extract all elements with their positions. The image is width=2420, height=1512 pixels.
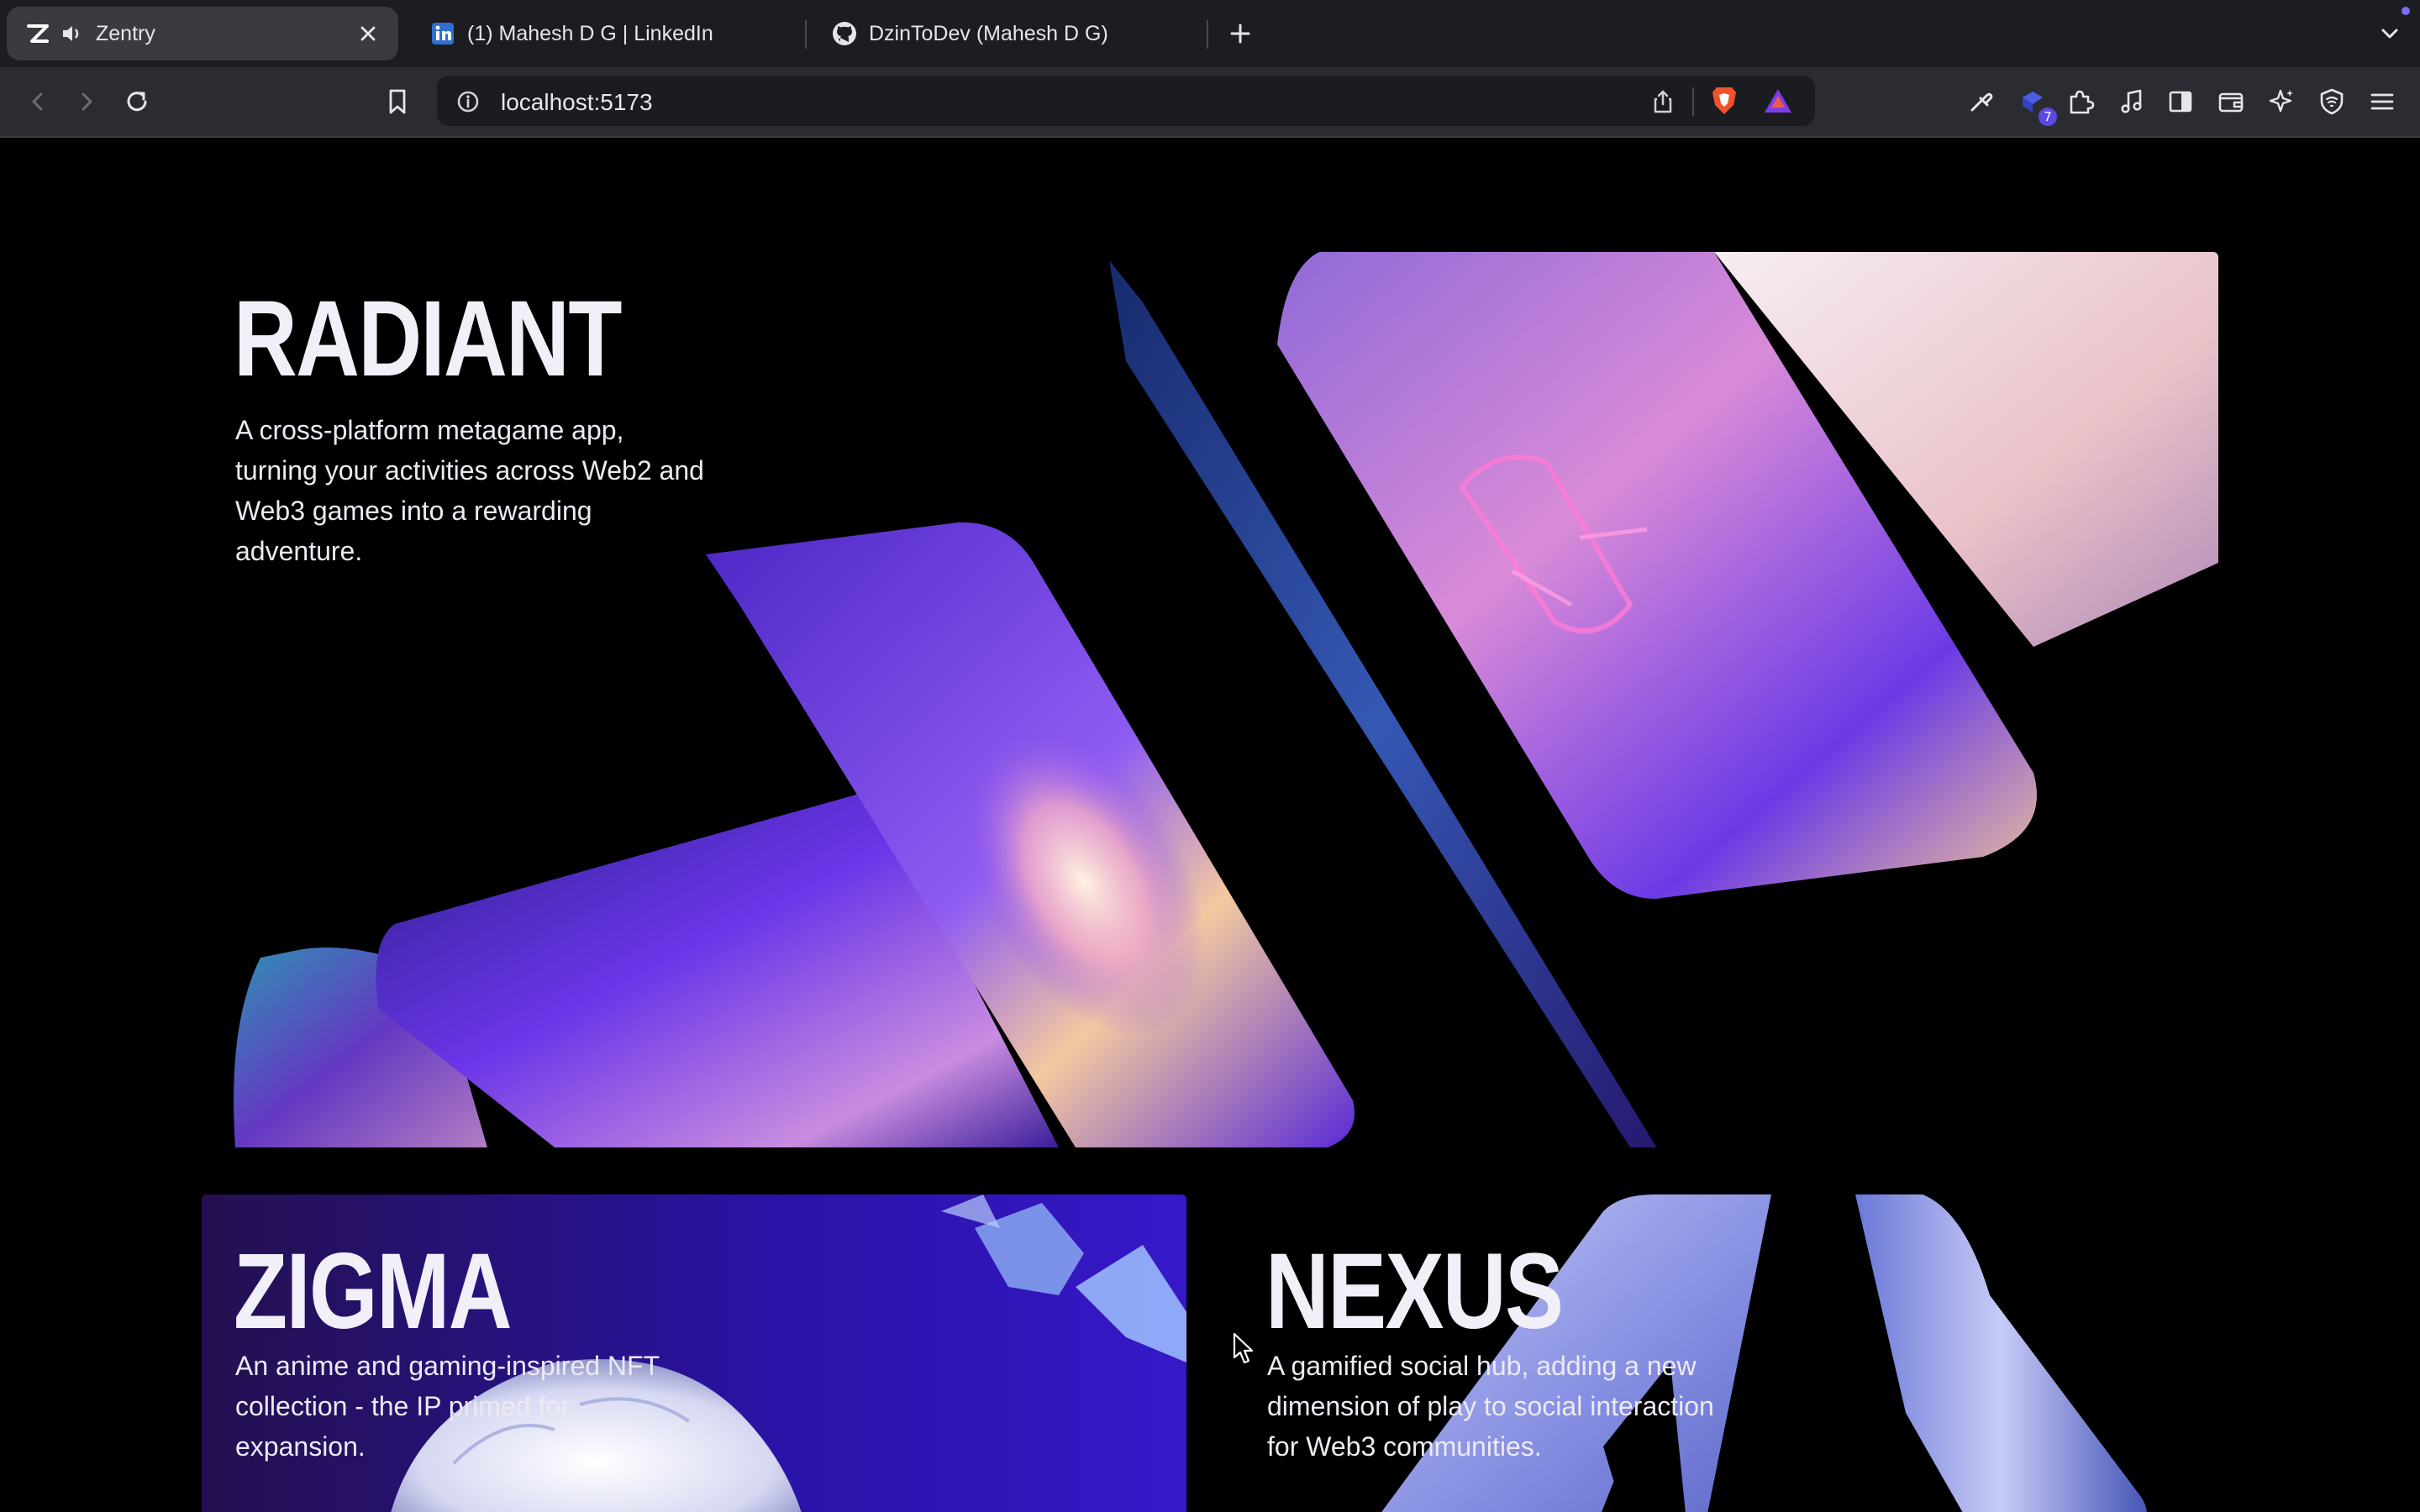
- tab-search-button[interactable]: [2371, 15, 2408, 52]
- bookmark-icon: [389, 89, 406, 114]
- brave-rewards-icon[interactable]: [1761, 84, 1795, 118]
- address-bar-url[interactable]: localhost:5173: [501, 89, 653, 116]
- sidebar-toggle-button[interactable]: [2161, 82, 2200, 121]
- card-description: An anime and gaming-inspired NFT collect…: [235, 1351, 660, 1462]
- card-title: RADIANT: [234, 279, 622, 399]
- card-description: A cross-platform metagame app, turning y…: [235, 415, 704, 566]
- eyedropper-icon: [1970, 92, 1993, 112]
- mouse-cursor-icon: [1233, 1332, 1254, 1364]
- card-title: NEXUS: [1265, 1231, 1564, 1352]
- zentry-logo-icon: [24, 19, 52, 48]
- tab-title: Zentry: [96, 21, 155, 45]
- feature-card-nexus[interactable]: NEXUS A gamified social hub, adding a ne…: [1234, 1194, 2218, 1512]
- tab-zentry[interactable]: Zentry: [7, 7, 398, 60]
- music-note-icon: [2121, 89, 2142, 113]
- address-bar-divider: [1692, 87, 1694, 116]
- hamburger-menu-icon: [2370, 93, 2394, 110]
- vpn-button[interactable]: [2312, 82, 2351, 121]
- tab-title: (1) Mahesh D G | LinkedIn: [467, 21, 713, 45]
- shield-icon: [2320, 88, 2344, 115]
- extension-with-badge-button[interactable]: 7: [2013, 82, 2057, 126]
- back-button[interactable]: [18, 82, 57, 121]
- new-tab-button[interactable]: [1222, 15, 1259, 52]
- tab-linkedin[interactable]: (1) Mahesh D G | LinkedIn: [412, 7, 798, 60]
- reload-button[interactable]: [118, 82, 156, 121]
- tab-strip: Zentry (1) Mahesh D G | LinkedIn DzinToD…: [0, 0, 2420, 67]
- color-picker-extension-button[interactable]: [1961, 82, 2000, 121]
- page-viewport: RADIANT A cross-platform metagame app, t…: [0, 138, 2420, 1512]
- bookmark-button[interactable]: [378, 82, 417, 121]
- wallet-icon: [2218, 92, 2244, 113]
- extension-badge: 7: [2039, 108, 2057, 126]
- chevron-down-icon: [2381, 29, 2398, 39]
- menu-button[interactable]: [2363, 82, 2402, 121]
- address-bar[interactable]: localhost:5173: [437, 76, 1815, 126]
- browser-toolbar: localhost:5173 7: [0, 67, 2420, 138]
- card-title: ZIGMA: [234, 1231, 513, 1352]
- brave-shields-icon[interactable]: [1707, 84, 1741, 118]
- forward-button[interactable]: [67, 82, 106, 121]
- tab-title: DzinToDev (Mahesh D G): [869, 21, 1108, 45]
- speaker-icon[interactable]: [57, 19, 86, 48]
- feature-card-zigma[interactable]: ZIGMA An anime and gaming-inspired NFT c…: [202, 1194, 1186, 1512]
- sparkle-icon: [2269, 89, 2293, 113]
- share-icon[interactable]: [1647, 86, 1679, 118]
- arrow-left-icon: [32, 92, 43, 111]
- reload-icon: [127, 92, 147, 112]
- plus-icon: [1230, 24, 1250, 44]
- tab-separator: [805, 20, 807, 49]
- tab-separator: [1207, 20, 1208, 49]
- wallet-button[interactable]: [2212, 82, 2250, 121]
- close-tab-icon[interactable]: [353, 18, 383, 49]
- card-description: A gamified social hub, adding a new dime…: [1267, 1351, 1714, 1462]
- leo-ai-button[interactable]: [2262, 82, 2301, 121]
- arrow-right-icon: [82, 92, 92, 111]
- puzzle-icon: [2070, 90, 2095, 114]
- media-controls-button[interactable]: [2112, 82, 2151, 121]
- site-info-icon[interactable]: [454, 87, 482, 116]
- tab-github[interactable]: DzinToDev (Mahesh D G): [813, 7, 1200, 60]
- sidebar-icon: [2169, 91, 2192, 113]
- linkedin-icon: [429, 19, 457, 48]
- notification-dot: [2402, 7, 2410, 15]
- github-icon: [830, 19, 859, 48]
- extensions-button[interactable]: [2060, 82, 2099, 121]
- feature-card-radiant[interactable]: RADIANT A cross-platform metagame app, t…: [202, 252, 2218, 1147]
